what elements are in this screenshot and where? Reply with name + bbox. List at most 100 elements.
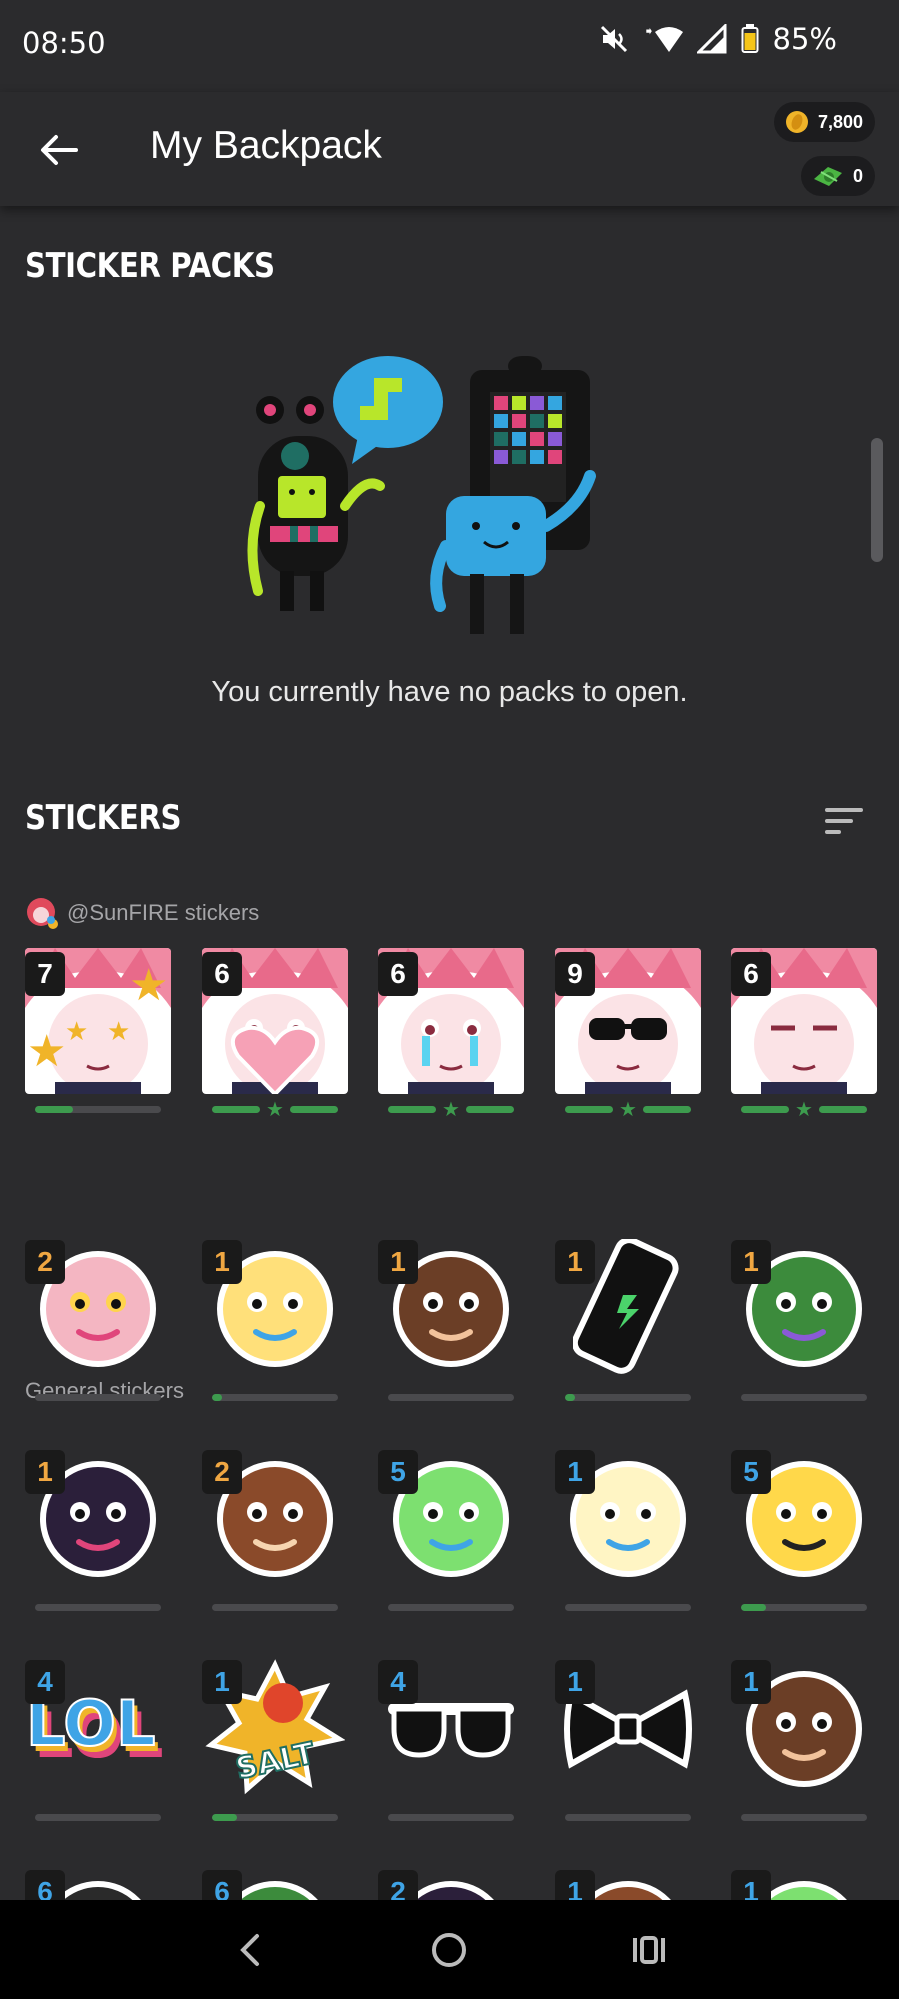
star-icon: ★	[266, 1097, 284, 1121]
sticker-tile[interactable]: 6 ★	[202, 948, 348, 1128]
status-bar: 08:50 85%	[0, 0, 899, 92]
sticker-count-badge: 1	[731, 1870, 771, 1900]
sticker-complete-progress: ★	[388, 1099, 514, 1119]
sticker-count-badge: 7	[25, 952, 65, 996]
sticker-tile[interactable]: 1	[731, 1656, 877, 1836]
creator-avatar-icon	[27, 898, 58, 929]
sticker-tile[interactable]: 5	[378, 1446, 524, 1626]
coin-amount: 7,800	[817, 111, 863, 132]
svg-text:★: ★	[65, 1017, 88, 1047]
sticker-count-badge: 1	[731, 1240, 771, 1284]
sticker-progress-fill	[741, 1604, 767, 1611]
back-button[interactable]	[26, 122, 90, 178]
sticker-tile[interactable]: SALT 1	[202, 1656, 348, 1836]
sticker-tile[interactable]: 5	[731, 1446, 877, 1626]
backpack-content[interactable]: STICKER PACKS You currently have no pack…	[0, 206, 899, 1900]
sort-icon[interactable]	[823, 804, 867, 838]
sticker-count-badge: 9	[555, 952, 595, 996]
sticker-tile[interactable]: 6	[202, 1866, 348, 1900]
page-title: My Backpack	[150, 124, 382, 167]
sticker-count-badge: 6	[378, 952, 418, 996]
sticker-complete-progress: ★	[212, 1099, 338, 1119]
sticker-tile[interactable]: 1	[555, 1656, 701, 1836]
sticker-progress-bar	[741, 1394, 867, 1401]
sticker-progress-fill	[212, 1814, 238, 1821]
sticker-progress-bar	[35, 1814, 161, 1821]
home-circle-icon	[432, 1932, 467, 1967]
sticker-tile[interactable]: 2	[25, 1236, 171, 1416]
sticker-count-badge: 5	[378, 1450, 418, 1494]
sticker-count-badge: 6	[202, 952, 242, 996]
sticker-progress-bar	[388, 1814, 514, 1821]
sticker-count-badge: 1	[555, 1240, 595, 1284]
svg-text:★: ★	[107, 1017, 130, 1047]
sticker-tile[interactable]: 1	[555, 1866, 701, 1900]
sticker-tile[interactable]: 1	[731, 1236, 877, 1416]
sticker-tile[interactable]: 2	[378, 1866, 524, 1900]
svg-text:★: ★	[129, 960, 168, 1011]
sticker-tile[interactable]: 6	[25, 1866, 171, 1900]
sticker-progress-bar	[741, 1604, 867, 1611]
gem-balance[interactable]: 0	[800, 156, 875, 196]
coin-balance[interactable]: 7,800	[773, 102, 875, 142]
battery-icon	[741, 24, 759, 54]
sticker-progress-bar	[565, 1604, 691, 1611]
star-icon: ★	[795, 1097, 813, 1121]
sticker-tile[interactable]: ★ ★ ★ ★ 7	[25, 948, 171, 1128]
sticker-progress-bar	[388, 1604, 514, 1611]
status-icons: 85%	[599, 22, 837, 56]
battery-level: 85%	[772, 22, 837, 56]
recents-icon	[633, 1935, 666, 1964]
sticker-count-badge: 2	[25, 1240, 65, 1284]
sticker-count-badge: 2	[378, 1870, 418, 1900]
sticker-tile[interactable]: LOL LOL LOL 4	[25, 1656, 171, 1836]
sticker-progress-bar	[35, 1394, 161, 1401]
scrollbar-thumb[interactable]	[871, 438, 883, 562]
nav-recents-button[interactable]	[614, 1915, 684, 1985]
sticker-tile[interactable]: 2	[202, 1446, 348, 1626]
sticker-count-badge: 4	[378, 1660, 418, 1704]
sticker-tile[interactable]: 1	[25, 1446, 171, 1626]
sticker-count-badge: 4	[25, 1660, 65, 1704]
sunfire-group-text: @SunFIRE stickers	[67, 900, 260, 925]
sticker-complete-progress: ★	[741, 1099, 867, 1119]
star-icon: ★	[619, 1097, 637, 1121]
sticker-tile[interactable]: 1	[202, 1236, 348, 1416]
sticker-tile[interactable]: 6 ★	[731, 948, 877, 1128]
sticker-progress-bar	[212, 1394, 338, 1401]
sticker-count-badge: 1	[555, 1660, 595, 1704]
sticker-tile[interactable]: 4	[378, 1656, 524, 1836]
gem-amount: 0	[852, 165, 863, 186]
wifi-icon	[643, 24, 683, 54]
sticker-count-badge: 6	[202, 1870, 242, 1900]
sticker-count-badge: 1	[25, 1450, 65, 1494]
sticker-tile[interactable]: 1	[555, 1236, 701, 1416]
sticker-progress-bar	[35, 1106, 161, 1113]
sticker-progress-fill	[212, 1394, 223, 1401]
mute-icon	[599, 24, 629, 54]
sticker-tile[interactable]: 1	[378, 1236, 524, 1416]
sticker-progress-bar	[212, 1604, 338, 1611]
svg-text:★: ★	[27, 1026, 66, 1077]
sticker-count-badge: 5	[731, 1450, 771, 1494]
arrow-left-icon	[41, 135, 78, 165]
coin-icon	[785, 111, 808, 133]
system-nav-bar	[0, 1900, 899, 1999]
star-icon: ★	[442, 1097, 460, 1121]
sticker-count-badge: 1	[378, 1240, 418, 1284]
status-time: 08:50	[22, 26, 106, 60]
sticker-tile[interactable]: 9 ★	[555, 948, 701, 1128]
sticker-tile[interactable]: 1	[555, 1446, 701, 1626]
sticker-count-badge: 1	[731, 1660, 771, 1704]
nav-back-button[interactable]	[215, 1915, 285, 1985]
sticker-progress-bar	[565, 1394, 691, 1401]
sticker-progress-fill	[565, 1394, 576, 1401]
sticker-tile[interactable]: 6 ★	[378, 948, 524, 1128]
sunfire-group-label: @SunFIRE stickers	[25, 896, 259, 930]
sticker-count-badge: 1	[202, 1240, 242, 1284]
sticker-complete-progress: ★	[565, 1099, 691, 1119]
nav-home-button[interactable]	[414, 1915, 484, 1985]
vending-machine-illustration	[247, 356, 596, 634]
app-bar: My Backpack 7,800 0	[0, 92, 899, 206]
sticker-tile[interactable]: 1	[731, 1866, 877, 1900]
